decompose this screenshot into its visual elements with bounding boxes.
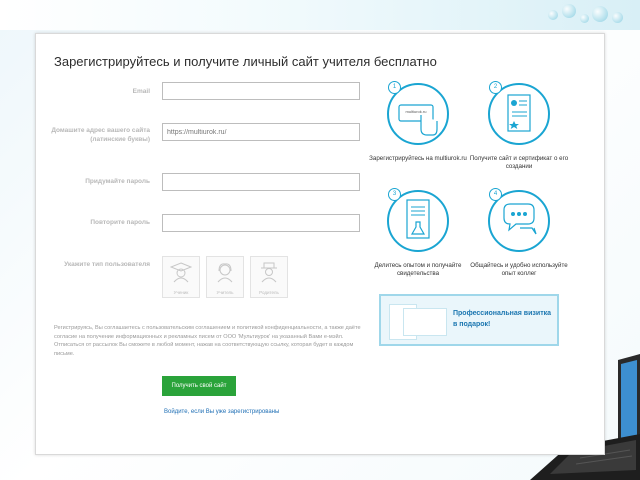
email-field[interactable] bbox=[162, 82, 360, 100]
role-student-label: Ученик bbox=[173, 290, 189, 295]
password-label: Придумайте пароль bbox=[85, 178, 150, 185]
site-address-label: Домашите адрес вашего сайта (латинские б… bbox=[51, 127, 150, 143]
role-parent-option[interactable]: Родитель bbox=[250, 256, 288, 298]
consent-notice: Регистрируясь, Вы соглашаетесь с пользов… bbox=[54, 325, 361, 357]
step-4-caption: Общайтесь и удобно используйте опыт колл… bbox=[470, 262, 568, 277]
promo-banner[interactable]: Профессиональная визитка в подарок! bbox=[379, 294, 559, 346]
role-parent-label: Родитель bbox=[259, 290, 279, 295]
site-address-field[interactable] bbox=[162, 123, 360, 141]
login-link[interactable]: Войдите, если Вы уже зарегистрированы bbox=[164, 409, 279, 415]
role-student-option[interactable]: Ученик bbox=[162, 256, 200, 298]
step-3-caption: Делитесь опытом и получайте свидетельств… bbox=[374, 262, 462, 277]
step-3-number: 3 bbox=[388, 188, 401, 201]
page-title: Зарегистрируйтесь и получите личный сайт… bbox=[54, 54, 437, 69]
parent-icon bbox=[261, 262, 277, 283]
promo-card-illustration-2 bbox=[403, 308, 447, 336]
role-teacher-label: Учитель bbox=[216, 290, 234, 295]
repeat-password-label: Повторите пароль bbox=[90, 219, 150, 226]
chat-bubbles-icon bbox=[503, 203, 537, 235]
promo-text: Профессиональная визитка в подарок! bbox=[453, 310, 552, 328]
role-teacher-option[interactable]: Учитель bbox=[206, 256, 244, 298]
document-flask-icon bbox=[406, 199, 430, 239]
teacher-icon bbox=[217, 263, 233, 283]
step-2-number: 2 bbox=[489, 81, 502, 94]
step-1-screen-text: multiurok.ru bbox=[405, 109, 427, 114]
user-type-label: Укажите тип пользователя bbox=[64, 261, 150, 268]
repeat-password-field[interactable] bbox=[162, 214, 360, 232]
registration-card: Зарегистрируйтесь и получите личный сайт… bbox=[35, 33, 605, 455]
password-field[interactable] bbox=[162, 173, 360, 191]
email-label: Email bbox=[132, 88, 150, 95]
step-1-caption: Зарегистрируйтесь на multiurok.ru bbox=[369, 155, 467, 162]
tap-screen-icon bbox=[398, 104, 438, 136]
step-4-number: 4 bbox=[489, 188, 502, 201]
certificate-icon bbox=[507, 94, 531, 132]
student-icon bbox=[170, 262, 192, 283]
decorative-bubbles bbox=[540, 2, 630, 30]
step-1-number: 1 bbox=[388, 81, 401, 94]
get-site-button[interactable]: Получить свой сайт bbox=[162, 376, 236, 396]
step-2-caption: Получите сайт и сертификат о его создани… bbox=[469, 155, 569, 170]
